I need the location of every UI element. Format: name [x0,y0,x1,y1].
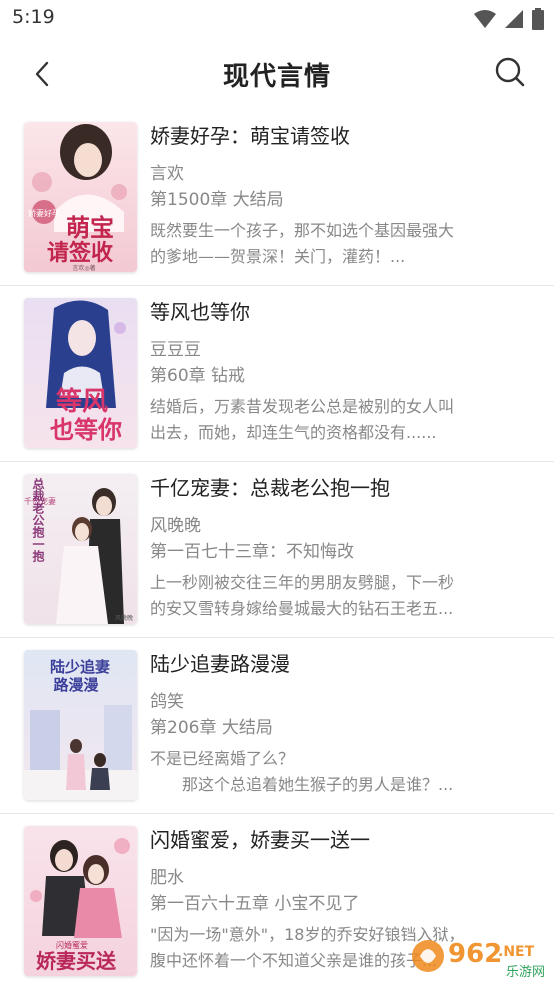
book-latest-chapter: 第206章 大结局 [150,718,273,738]
book-cover: 闪婚蜜爱 娇妻买送 [24,826,137,976]
book-title: 千亿宠妻：总裁老公抱一抱 [150,476,390,500]
page-title: 现代言情 [222,62,331,92]
battery-icon [532,8,544,34]
status-bar: 5:19 [0,0,554,38]
cover-author: 言欢◎著 [72,264,95,272]
book-item[interactable]: 娇妻好孕 萌宝 请签收 言欢◎著 娇妻好孕：萌宝请签收 言欢 第1500章 大结… [0,110,554,286]
book-description: 既然要生一个孩子，那不如选个基因最强大 的爹地——贺景深！关门，灌药！... [150,218,534,270]
book-title: 娇妻好孕：萌宝请签收 [150,124,350,148]
book-title: 闪婚蜜爱，娇妻买一送一 [150,828,370,852]
cover-title-main: 等风 [56,386,108,417]
book-description-line: 不是已经离婚了么？ [150,749,295,768]
book-description: 上一秒刚被交往三年的男朋友劈腿，下一秒 的安又雪转身嫁给曼城最大的钻石王老五..… [150,570,534,622]
book-description-line: 结婚后，万素昔发现老公总是被别的女人叫 [150,397,455,416]
cover-title-sub: 路漫漫 [53,676,99,694]
search-button[interactable] [490,54,530,94]
book-cover: 娇妻好孕 萌宝 请签收 言欢◎著 [24,122,137,272]
book-author: 风晚晚 [150,516,201,536]
status-time: 5:19 [12,6,55,28]
cover-author: 风晚晚 [115,614,133,622]
book-latest-chapter: 第1500章 大结局 [150,190,284,210]
cover-title-main: 娇妻买送 [36,949,117,973]
book-author: 言欢 [150,164,184,184]
book-cover: 千亿宠妻 总裁老公抱一抱 风晚晚 [24,474,137,624]
cover-title-main: 萌宝 [66,213,114,242]
book-author: 肥水 [150,868,184,888]
cover-title-sub: 请签收 [47,240,113,266]
book-cover: 陆少追妻 路漫漫 [24,650,137,800]
book-description-line: 那这个总追着她生猴子的男人是谁？... [150,775,454,794]
watermark-text-net: .NET [498,944,535,960]
cover-title-main: 总裁老公抱一抱 [31,477,45,563]
book-description: 结婚后，万素昔发现老公总是被别的女人叫 出去，而她，却连生气的资格都没有....… [150,394,534,446]
cover-badge: 娇妻好孕 [28,208,60,218]
wifi-icon [474,9,496,33]
signal-icon [504,9,524,33]
book-latest-chapter: 第一百六十五章 小宝不见了 [150,894,360,914]
book-title: 陆少追妻路漫漫 [150,652,290,676]
book-description-line: 的安又雪转身嫁给曼城最大的钻石王老五... [150,599,454,618]
watermark-text-sub: 乐游网 [506,965,545,980]
book-latest-chapter: 第一百七十三章：不知悔改 [150,542,354,562]
watermark-text-main: 962 [448,939,502,969]
book-author: 鸽笑 [150,692,184,712]
book-cover: 等风 也等你 [24,298,137,448]
search-icon [494,56,526,92]
site-watermark-logo: 962 .NET 乐游网 [410,934,548,980]
book-latest-chapter: 第60章 钻戒 [150,366,246,386]
cover-title-main: 陆少追妻 [50,658,110,676]
book-item[interactable]: 陆少追妻 路漫漫 陆少追妻路漫漫 鸽笑 第206章 大结局 不是已经离婚了么？ … [0,638,554,814]
book-item[interactable]: 千亿宠妻 总裁老公抱一抱 风晚晚 千亿宠妻：总裁老公抱一抱 风晚晚 第一百七十三… [0,462,554,638]
book-title: 等风也等你 [150,300,250,324]
book-description: 不是已经离婚了么？ 那这个总追着她生猴子的男人是谁？... [150,746,534,798]
book-item[interactable]: 等风 也等你 等风也等你 豆豆豆 第60章 钻戒 结婚后，万素昔发现老公总是被别… [0,286,554,462]
book-description-line: 上一秒刚被交往三年的男朋友劈腿，下一秒 [150,573,455,592]
book-list: 娇妻好孕 萌宝 请签收 言欢◎著 娇妻好孕：萌宝请签收 言欢 第1500章 大结… [0,110,554,984]
book-description-line: 既然要生一个孩子，那不如选个基因最强大 [150,221,455,240]
nav-bar: 现代言情 [0,38,554,110]
cover-title-sub: 也等你 [50,415,122,444]
book-description-line: 的爹地——贺景深！关门，灌药！... [150,247,406,266]
status-icons [474,8,544,34]
book-author: 豆豆豆 [150,340,201,360]
book-description-line: 出去，而她，却连生气的资格都没有...... [150,423,437,442]
